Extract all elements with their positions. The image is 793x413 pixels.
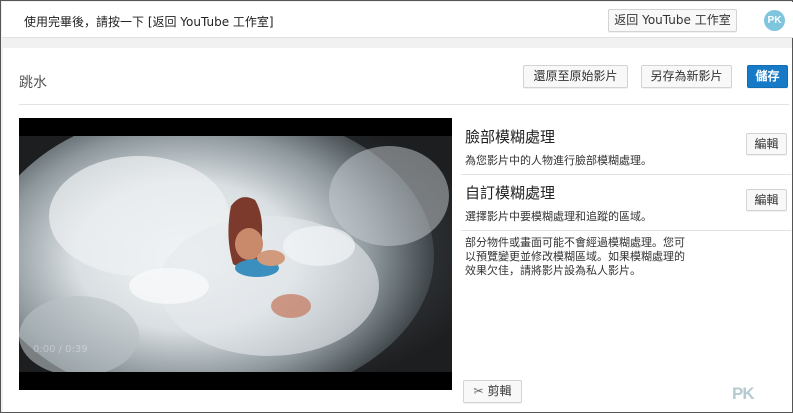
return-to-studio-button[interactable]: 返回 YouTube 工作室 [608,9,737,32]
avatar[interactable]: PK [764,10,785,31]
save-button[interactable]: 儲存 [747,65,788,88]
instruction-message: 使用完畢後，請按一下 [返回 YouTube 工作室] [24,15,274,29]
video-preview[interactable]: 0:00 / 0:39 [19,118,452,390]
revert-to-original-button[interactable]: 還原至原始影片 [523,65,628,88]
custom-blur-edit-button[interactable]: 編輯 [746,189,787,211]
window-frame: 使用完畢後，請按一下 [返回 YouTube 工作室] 返回 YouTube 工… [0,0,793,413]
face-blur-description: 為您影片中的人物進行臉部模糊處理。 [465,154,652,167]
trim-button[interactable]: ✂ 剪輯 [463,380,522,403]
custom-blur-section: 自訂模糊處理 選擇影片中要模糊處理和追蹤的區域。 編輯 [461,175,791,231]
custom-blur-title: 自訂模糊處理 [465,184,556,202]
video-frame-image [19,136,452,372]
top-bar: 使用完畢後，請按一下 [返回 YouTube 工作室] 返回 YouTube 工… [2,2,793,38]
custom-blur-description: 選擇影片中要模糊處理和追蹤的區域。 [465,210,652,223]
editor-panel: 跳水 還原至原始影片 另存為新影片 儲存 0:00 / 0:39 臉部模糊處理 … [3,48,792,412]
video-title: 跳水 [19,75,47,91]
trim-button-label: 剪輯 [487,384,512,398]
header-divider [19,104,789,105]
watermark-logo: PK [732,384,755,403]
scissors-icon: ✂ [473,384,484,398]
face-blur-edit-button[interactable]: 編輯 [746,133,787,155]
face-blur-title: 臉部模糊處理 [465,128,556,146]
face-blur-section: 臉部模糊處理 為您影片中的人物進行臉部模糊處理。 編輯 [461,119,791,175]
blur-note: 部分物件或畫面可能不會經過模糊處理。您可以預覽變更並修改模糊區域。如果模糊處理的… [465,236,685,277]
video-timecode: 0:00 / 0:39 [33,344,88,355]
save-as-new-button[interactable]: 另存為新影片 [641,65,732,88]
